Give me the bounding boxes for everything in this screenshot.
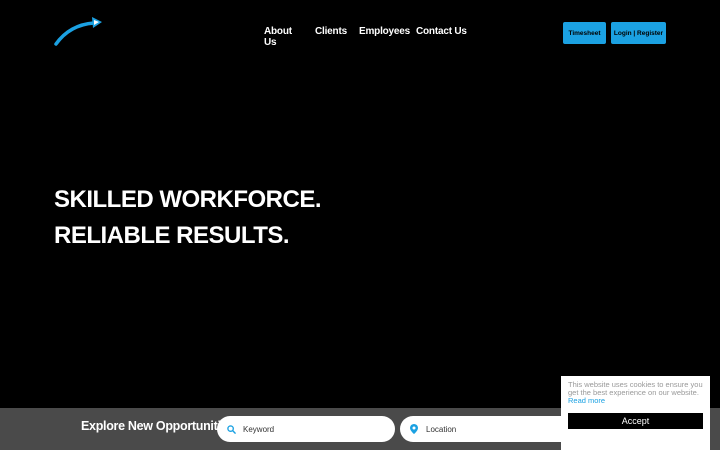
cookie-accept-button[interactable]: Accept [568,413,703,429]
keyword-input[interactable] [243,424,383,434]
timesheet-button[interactable]: Timesheet [563,22,606,44]
nav-employees[interactable]: Employees [359,26,410,37]
swoosh-arrow-icon [54,17,102,46]
nav-contact-us[interactable]: Contact Us [416,26,467,37]
keyword-field[interactable] [217,416,395,442]
map-pin-icon [408,423,420,435]
cookie-read-more-link[interactable]: Read more [568,397,703,405]
login-register-button[interactable]: Login | Register [611,22,666,44]
hero-headline: SKILLED WORKFORCE. RELIABLE RESULTS. [54,182,322,254]
cookie-message: This website uses cookies to ensure you … [568,380,703,397]
nav-about-us[interactable]: About Us [264,26,292,48]
hero-line-2: RELIABLE RESULTS. [54,222,290,249]
location-input[interactable] [426,424,566,434]
hero-line-1: SKILLED WORKFORCE. [54,186,322,213]
search-icon [225,423,237,435]
nav-clients[interactable]: Clients [315,26,347,37]
cookie-consent-banner: This website uses cookies to ensure you … [561,376,710,450]
location-field[interactable] [400,416,578,442]
logo[interactable] [54,14,104,46]
search-title: Explore New Opportunities [81,419,234,433]
